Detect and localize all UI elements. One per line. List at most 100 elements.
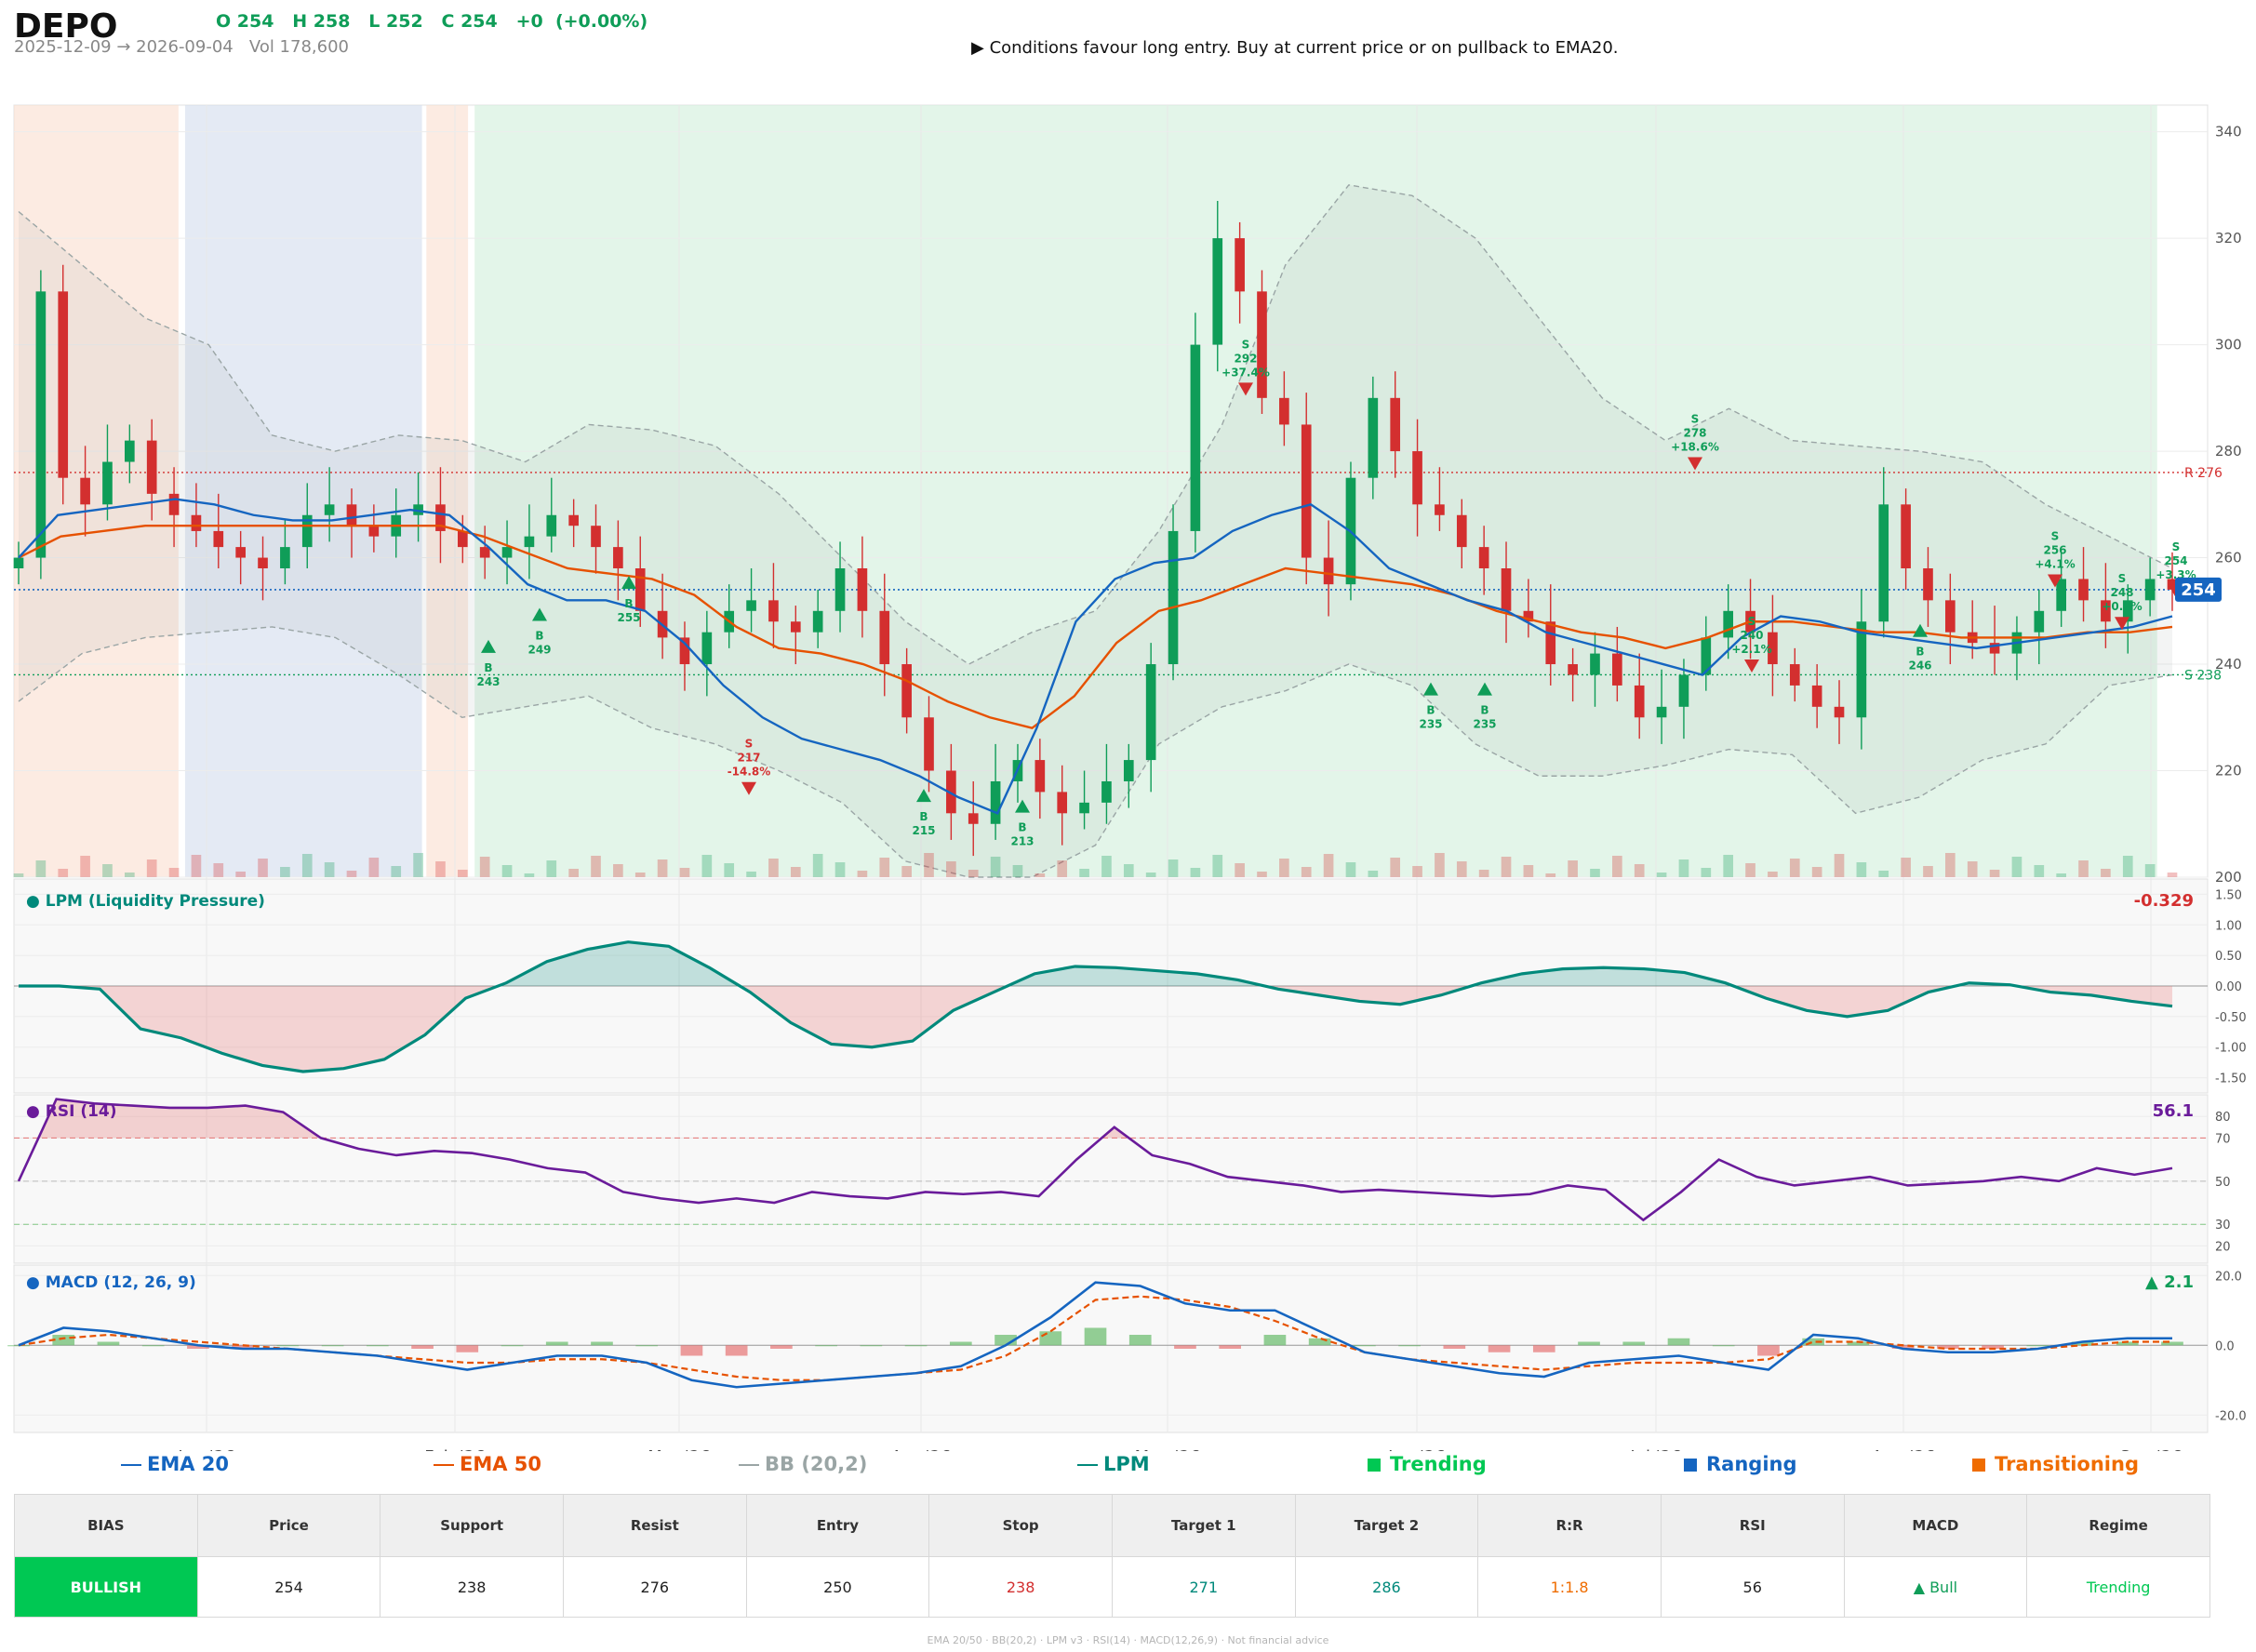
macd-histogram-bar xyxy=(1174,1345,1196,1349)
summary-header-resist: Resist xyxy=(562,1494,747,1557)
volume-bar xyxy=(724,863,735,877)
volume-bar xyxy=(568,869,579,877)
lpm-tick-label: -0.50 xyxy=(2215,1011,2247,1025)
macd-histogram-bar xyxy=(97,1341,120,1346)
macd-tick-label: -20.0 xyxy=(2215,1409,2247,1423)
macd-histogram-bar xyxy=(1039,1331,1062,1346)
price-tick-label: 260 xyxy=(2215,550,2242,566)
volume-bar xyxy=(1390,858,1401,877)
summary-table: BIAS Price Support Resist Entry Stop Tar… xyxy=(14,1494,2210,1618)
volume-bar xyxy=(35,860,47,877)
volume-bar xyxy=(924,853,934,877)
candle-body xyxy=(258,557,268,568)
candle-body xyxy=(280,547,290,568)
volume-bar xyxy=(146,859,157,877)
volume-bar xyxy=(58,869,69,877)
lpm-panel-title: ● LPM (Liquidity Pressure) xyxy=(26,892,265,911)
candle-body xyxy=(1212,238,1223,345)
x-tick-label: May '26 xyxy=(1135,1447,1201,1451)
macd-histogram-bar xyxy=(1622,1341,1646,1346)
volume-bar xyxy=(2144,864,2156,877)
candle-body xyxy=(58,291,69,478)
price-tick-label: 340 xyxy=(2215,124,2242,140)
volume-bar xyxy=(990,857,1001,877)
volume-bar xyxy=(213,863,224,877)
macd-histogram-bar xyxy=(456,1345,479,1352)
volume-bar xyxy=(946,861,956,877)
price-tick-label: 320 xyxy=(2215,230,2242,246)
macd-histogram-bar xyxy=(1263,1335,1287,1346)
legend-bb: BB (20,2) xyxy=(739,1453,867,1475)
candle-body xyxy=(1789,664,1800,686)
candle-body xyxy=(35,291,47,558)
macd-histogram-bar xyxy=(1488,1345,1511,1352)
candle-body xyxy=(857,568,868,611)
candle-body xyxy=(1834,706,1845,718)
candle-body xyxy=(1412,451,1422,505)
macd-panel-title: ● MACD (12, 26, 9) xyxy=(26,1273,196,1292)
candle-body xyxy=(1656,706,1667,718)
legend-ema50-label: EMA 50 xyxy=(460,1453,542,1475)
chart-canvas[interactable]: B 243B 249B 255S 217 -14.8%B 215 B 213S 292 +37.4%… xyxy=(0,0,2256,1451)
volume-bar xyxy=(2034,865,2045,877)
summary-rr: 1:1.8 xyxy=(1477,1556,1662,1618)
lpm-tick-label: 1.50 xyxy=(2215,888,2242,902)
candle-body xyxy=(146,440,157,494)
volume-bar xyxy=(1923,866,1933,877)
candle-body xyxy=(834,568,846,611)
lpm-tick-label: -1.00 xyxy=(2215,1042,2247,1056)
rsi-last-value: 56.1 xyxy=(2153,1101,2194,1121)
volume-bar xyxy=(768,859,779,877)
candle-body xyxy=(613,547,623,568)
candle-body xyxy=(1279,397,1289,425)
volume-bar xyxy=(501,865,513,877)
candle-body xyxy=(2078,579,2089,601)
volume-bar xyxy=(1190,868,1201,877)
candle-body xyxy=(1190,344,1201,531)
volume-bar xyxy=(613,864,623,877)
macd-histogram-bar xyxy=(501,1345,524,1347)
volume-bar xyxy=(546,860,557,877)
macd-histogram-bar xyxy=(7,1345,30,1347)
x-tick-label: Aug '26 xyxy=(1872,1447,1936,1451)
volume-bar xyxy=(168,868,180,877)
macd-histogram-bar xyxy=(1667,1338,1690,1346)
volume-bar xyxy=(1168,859,1179,877)
volume-bar xyxy=(235,872,246,877)
volume-bar xyxy=(746,872,756,877)
candle-body xyxy=(1168,530,1179,665)
candle-body xyxy=(13,557,24,568)
candle-body xyxy=(812,610,823,633)
volume-bar xyxy=(1545,873,1556,877)
volume-bar xyxy=(1323,854,1334,877)
candle-body xyxy=(102,461,113,505)
rsi-tick-label: 50 xyxy=(2215,1176,2231,1190)
macd-tick-label: 20.0 xyxy=(2215,1270,2242,1284)
candle-body xyxy=(213,530,224,548)
volume-bar xyxy=(1478,870,1489,877)
volume-bar xyxy=(1901,858,1911,877)
support-label: S 238 xyxy=(2184,668,2222,683)
legend-lpm: LPM xyxy=(1077,1453,1150,1475)
summary-support: 238 xyxy=(380,1556,564,1618)
volume-bar xyxy=(413,853,423,877)
volume-bar xyxy=(1834,854,1845,877)
legend-transitioning-label: Transitioning xyxy=(1995,1453,2139,1475)
volume-bar xyxy=(102,864,113,877)
legend-ema20-label: EMA 20 xyxy=(147,1453,230,1475)
legend-ema50: EMA 50 xyxy=(434,1453,541,1475)
candle-body xyxy=(168,493,180,515)
candle-body xyxy=(1035,760,1046,793)
candle-body xyxy=(634,568,646,611)
summary-resist: 276 xyxy=(562,1556,747,1618)
summary-rsi: 56 xyxy=(1660,1556,1845,1618)
macd-histogram-bar xyxy=(1219,1345,1242,1349)
last-price-badge: 254 xyxy=(2175,577,2222,602)
volume-bar xyxy=(1523,865,1534,877)
candle-body xyxy=(768,600,779,622)
volume-bar xyxy=(1612,856,1622,877)
volume-bar xyxy=(479,857,490,877)
volume-bar xyxy=(1368,871,1379,877)
volume-bar xyxy=(657,859,668,877)
summary-value-row: BULLISH 254 238 276 250 238 271 286 1:1.… xyxy=(14,1556,2210,1618)
